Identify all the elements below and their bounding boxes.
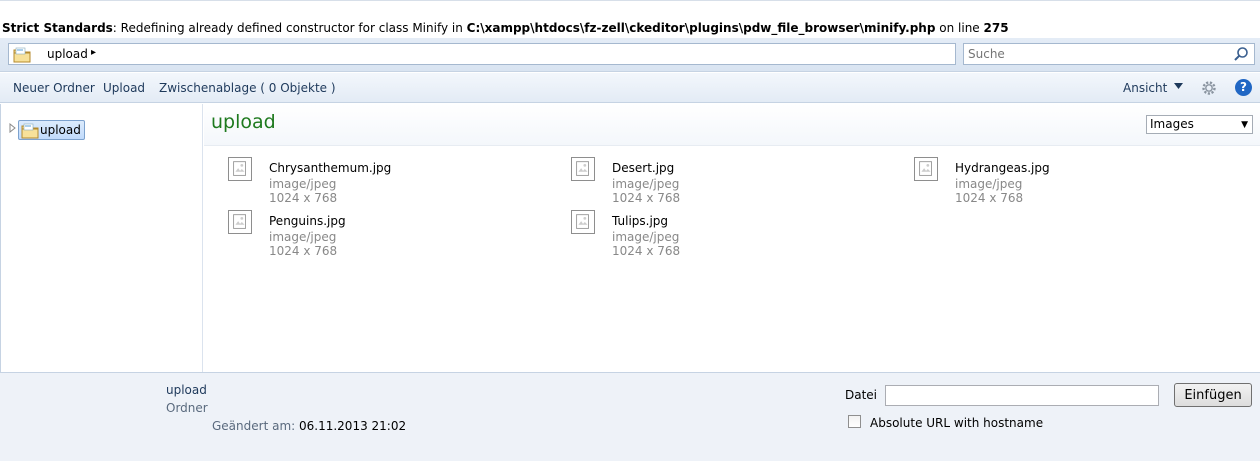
selected-name: upload (166, 383, 207, 397)
file-name: Tulips.jpg (612, 214, 669, 228)
file-pane: upload Images ▼ Chrysanthemum.jpg image/… (204, 104, 1260, 372)
file-item[interactable]: Penguins.jpg image/jpeg 1024 x 768 (228, 210, 528, 260)
breadcrumb-arrow-icon[interactable]: ▸ (91, 47, 96, 58)
filter-value: Images (1150, 117, 1194, 131)
file-type: image/jpeg (269, 177, 337, 191)
upload-button[interactable]: Upload (103, 81, 145, 95)
file-dimensions: 1024 x 768 (955, 191, 1024, 205)
selected-type: Ordner (166, 401, 208, 415)
warning-path: C:\xampp\htdocs\fz-zell\ckeditor\plugins… (466, 21, 936, 35)
address-path[interactable]: upload ▸ (8, 43, 956, 65)
address-bar: upload ▸ (0, 38, 1260, 72)
search-box[interactable] (963, 43, 1255, 65)
image-file-icon (914, 157, 938, 181)
file-type: image/jpeg (612, 230, 680, 244)
folder-tree: upload (0, 104, 203, 372)
file-item[interactable]: Desert.jpg image/jpeg 1024 x 768 (571, 157, 871, 207)
tree-node-label: upload (40, 123, 81, 137)
file-item[interactable]: Tulips.jpg image/jpeg 1024 x 768 (571, 210, 871, 260)
details-panel: upload Ordner Geändert am: 06.11.2013 21… (0, 372, 1260, 461)
clipboard-button[interactable]: Zwischenablage ( 0 Objekte ) (159, 81, 336, 95)
insert-button[interactable]: Einfügen (1174, 383, 1252, 407)
image-file-icon (228, 157, 252, 181)
filter-select[interactable]: Images ▼ (1146, 115, 1253, 134)
page-title: upload (211, 111, 276, 133)
expand-arrow-icon[interactable] (9, 123, 16, 133)
toolbar: Neuer Ordner Upload Zwischenablage ( 0 O… (0, 73, 1260, 103)
modified-value: 06.11.2013 21:02 (299, 419, 407, 433)
warning-text: Strict Standards: Redefining already def… (2, 21, 1009, 35)
search-icon[interactable] (1233, 46, 1249, 62)
file-dimensions: 1024 x 768 (612, 244, 681, 258)
search-input[interactable] (964, 44, 1224, 64)
help-icon[interactable]: ? (1235, 79, 1252, 96)
file-type: image/jpeg (612, 177, 680, 191)
warning-label: Strict Standards (2, 21, 113, 35)
modified-label: Geändert am: (212, 419, 299, 433)
folder-icon (13, 47, 31, 63)
new-folder-button[interactable]: Neuer Ordner (13, 81, 95, 95)
file-item[interactable]: Hydrangeas.jpg image/jpeg 1024 x 768 (914, 157, 1214, 207)
absolute-url-label[interactable]: Absolute URL with hostname (870, 416, 1043, 430)
warning-line: 275 (983, 21, 1009, 35)
file-field[interactable] (885, 385, 1159, 406)
file-dimensions: 1024 x 768 (269, 244, 338, 258)
file-item[interactable]: Chrysanthemum.jpg image/jpeg 1024 x 768 (228, 157, 528, 207)
gear-icon[interactable] (1201, 80, 1217, 96)
absolute-url-checkbox[interactable] (848, 415, 861, 428)
view-button[interactable]: Ansicht (1123, 81, 1167, 95)
file-name: Chrysanthemum.jpg (269, 161, 392, 175)
chevron-down-icon[interactable] (1174, 83, 1183, 89)
modified-date: Geändert am: 06.11.2013 21:02 (212, 419, 406, 433)
warning-message: : Redefining already defined constructor… (112, 21, 467, 35)
file-name: Penguins.jpg (269, 214, 346, 228)
image-file-icon (228, 210, 252, 234)
warning-on-line: on line (935, 21, 984, 35)
image-file-icon (571, 157, 595, 181)
image-file-icon (571, 210, 595, 234)
file-dimensions: 1024 x 768 (612, 191, 681, 205)
file-type: image/jpeg (955, 177, 1023, 191)
file-type: image/jpeg (269, 230, 337, 244)
file-dimensions: 1024 x 768 (269, 191, 338, 205)
file-label: Datei (845, 388, 878, 402)
file-pane-header: upload Images ▼ (204, 104, 1260, 146)
dropdown-arrow-icon: ▼ (1241, 120, 1248, 130)
folder-icon (21, 123, 39, 139)
breadcrumb-upload[interactable]: upload (47, 47, 88, 61)
tree-node-upload[interactable]: upload (18, 120, 85, 140)
php-warning: Strict Standards: Redefining already def… (0, 0, 1260, 38)
file-name: Desert.jpg (612, 161, 675, 175)
file-name: Hydrangeas.jpg (955, 161, 1050, 175)
